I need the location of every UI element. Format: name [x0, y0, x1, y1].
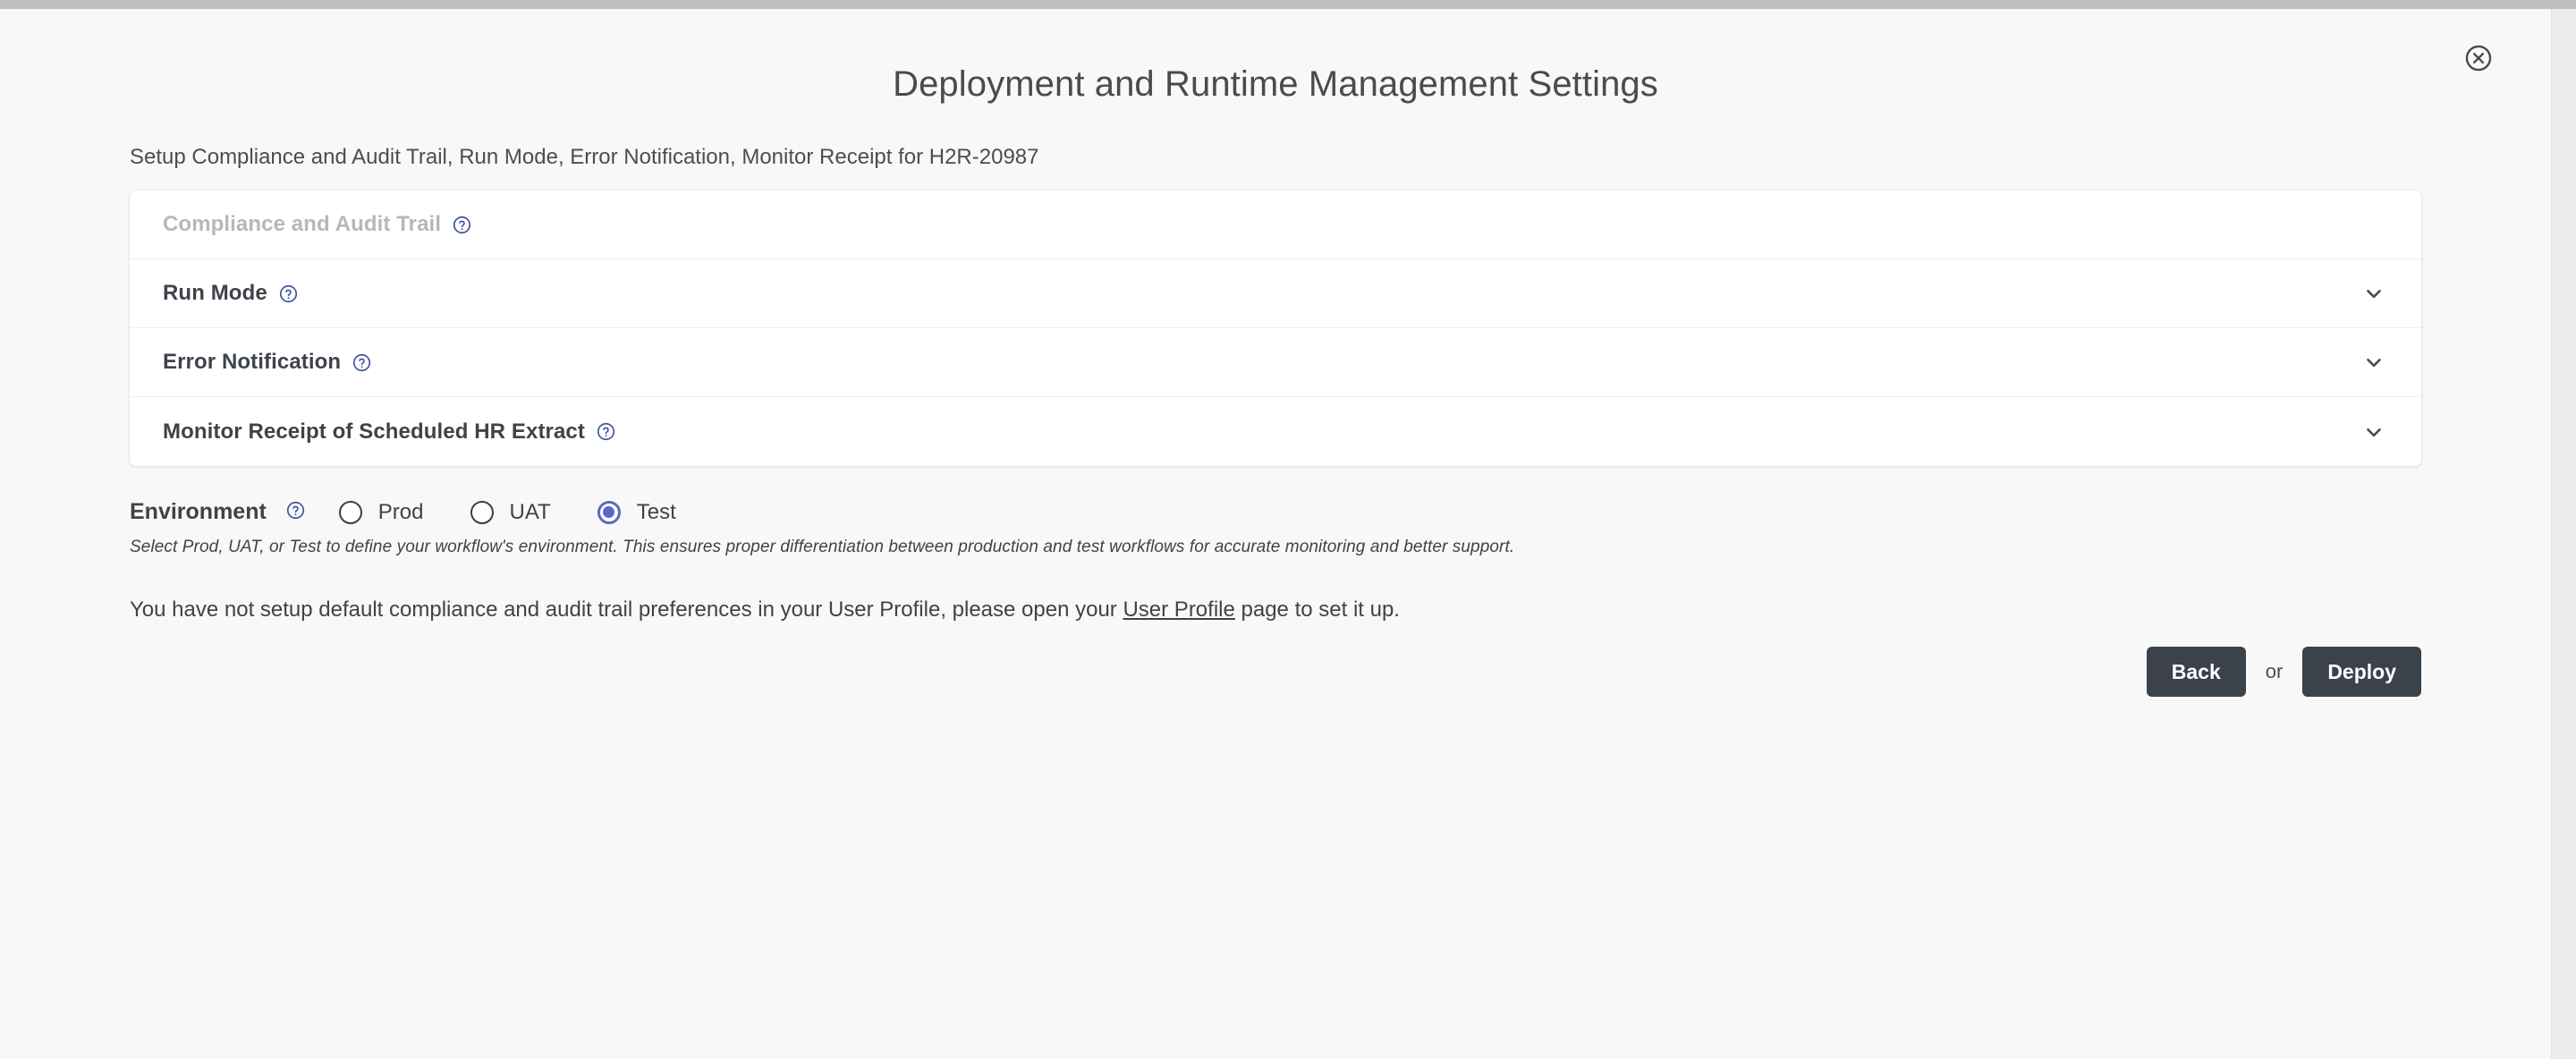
screen: Deployment and Runtime Management Settin…	[0, 0, 2576, 1059]
accordion-row-label: Error Notification	[163, 350, 342, 374]
chevron-down-icon[interactable]	[2362, 420, 2385, 444]
environment-hint-text: Select Prod, UAT, or Test to define your…	[130, 538, 1515, 556]
notice-text-after: page to set it up.	[1234, 597, 1400, 622]
back-button[interactable]: Back	[2146, 647, 2246, 697]
accordion-row-label: Monitor Receipt of Scheduled HR Extract	[163, 419, 585, 444]
accordion-row-error-notification[interactable]: Error Notification	[130, 328, 2421, 397]
chevron-down-icon[interactable]	[2362, 282, 2385, 305]
compliance-notice: You have not setup default compliance an…	[130, 597, 1400, 623]
settings-accordion: Compliance and Audit Trail Run Mode Erro…	[130, 191, 2421, 466]
radio-option-label: Prod	[377, 499, 424, 524]
deploy-button[interactable]: Deploy	[2302, 647, 2421, 697]
radio-option-label: Test	[636, 499, 676, 524]
radio-option-test[interactable]: Test	[597, 500, 676, 525]
question-circle-icon[interactable]	[286, 501, 305, 524]
dialog-page: Deployment and Runtime Management Settin…	[0, 9, 2551, 1059]
environment-section: Environment Prod UAT Test Select Prod, U…	[130, 499, 2276, 557]
browser-chrome-bar	[0, 0, 2576, 9]
accordion-row-header: Error Notification	[163, 350, 371, 375]
radio-option-label: UAT	[509, 499, 551, 524]
environment-radio-group: Prod UAT Test	[338, 499, 676, 525]
dialog-actions: Back or Deploy	[2146, 647, 2421, 697]
radio-indicator[interactable]	[338, 500, 362, 524]
accordion-row-compliance-and-audit-trail[interactable]: Compliance and Audit Trail	[130, 191, 2421, 259]
question-circle-icon[interactable]	[597, 422, 615, 441]
accordion-row-header: Run Mode	[163, 281, 298, 306]
accordion-row-header: Compliance and Audit Trail	[163, 212, 471, 237]
question-circle-icon[interactable]	[453, 216, 471, 234]
radio-option-uat[interactable]: UAT	[470, 500, 551, 525]
radio-indicator-selected[interactable]	[597, 500, 621, 524]
accordion-row-label: Run Mode	[163, 281, 267, 305]
question-circle-icon[interactable]	[279, 284, 298, 303]
radio-option-prod[interactable]: Prod	[338, 499, 424, 525]
page-title: Deployment and Runtime Management Settin…	[893, 64, 1658, 104]
accordion-row-label: Compliance and Audit Trail	[163, 212, 442, 236]
notice-text-before: You have not setup default compliance an…	[130, 597, 1123, 622]
accordion-row-header: Monitor Receipt of Scheduled HR Extract	[163, 419, 615, 445]
accordion-row-run-mode[interactable]: Run Mode	[130, 259, 2421, 328]
chevron-down-icon[interactable]	[2362, 351, 2385, 374]
close-icon[interactable]	[2458, 38, 2499, 79]
environment-row: Environment Prod UAT Test	[130, 499, 2276, 525]
page-scrollbar[interactable]	[2551, 9, 2576, 1059]
environment-label: Environment	[130, 499, 267, 524]
actions-separator: or	[2265, 660, 2284, 682]
question-circle-icon[interactable]	[352, 353, 371, 372]
accordion-row-monitor-receipt[interactable]: Monitor Receipt of Scheduled HR Extract	[130, 397, 2421, 466]
radio-indicator[interactable]	[470, 500, 494, 524]
page-subtitle: Setup Compliance and Audit Trail, Run Mo…	[130, 145, 1039, 169]
user-profile-link[interactable]: User Profile	[1123, 597, 1234, 622]
